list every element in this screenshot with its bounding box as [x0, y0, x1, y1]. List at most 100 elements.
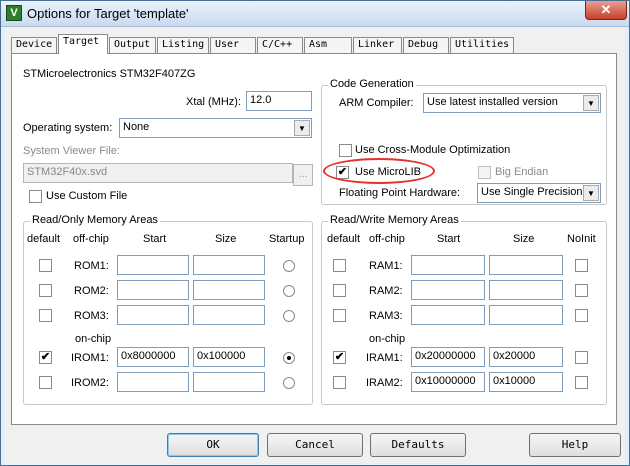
tab-target[interactable]: Target	[58, 34, 108, 54]
iram2-size-input[interactable]: 0x10000	[489, 372, 563, 392]
rom3-start-input[interactable]	[117, 305, 189, 325]
irom2-size-input[interactable]	[193, 372, 265, 392]
os-label: Operating system:	[23, 122, 113, 134]
ram-header-default: default	[327, 233, 361, 245]
code-generation-title: Code Generation	[328, 78, 416, 90]
defaults-button[interactable]: Defaults	[370, 433, 466, 457]
ram2-start-input[interactable]	[411, 280, 485, 300]
tab-device[interactable]: Device	[11, 37, 57, 53]
ram-group-title: Read/Write Memory Areas	[328, 214, 461, 226]
ok-button[interactable]: OK	[167, 433, 259, 457]
rom3-default-checkbox[interactable]	[39, 309, 52, 322]
irom2-startup-radio[interactable]	[283, 377, 295, 389]
iram1-default-checkbox[interactable]: ✔	[333, 351, 346, 364]
tab-asm[interactable]: Asm	[304, 37, 352, 53]
ram3-default-checkbox[interactable]	[333, 309, 346, 322]
irom1-label: IROM1:	[71, 352, 109, 364]
os-select[interactable]: None ▼	[119, 118, 312, 138]
ram2-size-input[interactable]	[489, 280, 563, 300]
fp-hardware-select[interactable]: Use Single Precision ▼	[477, 183, 601, 203]
rom1-size-input[interactable]	[193, 255, 265, 275]
ram3-noinit-checkbox[interactable]	[575, 309, 588, 322]
os-select-value: None	[123, 121, 150, 133]
use-custom-file-checkbox[interactable]	[29, 190, 42, 203]
iram1-noinit-checkbox[interactable]	[575, 351, 588, 364]
ram-header-offchip: off-chip	[369, 233, 405, 245]
ram1-noinit-checkbox[interactable]	[575, 259, 588, 272]
ram-onchip-label: on-chip	[369, 333, 406, 345]
rom-header-default: default	[27, 233, 61, 245]
iram1-size-input[interactable]: 0x20000	[489, 347, 563, 367]
arm-compiler-select[interactable]: Use latest installed version ▼	[423, 93, 601, 113]
ram-header-noinit: NoInit	[567, 233, 596, 245]
rom-group-title: Read/Only Memory Areas	[30, 214, 160, 226]
rom1-default-checkbox[interactable]	[39, 259, 52, 272]
rom1-label: ROM1:	[74, 260, 109, 272]
ram1-default-checkbox[interactable]	[333, 259, 346, 272]
iram2-label: IRAM2:	[366, 377, 403, 389]
xtal-input[interactable]: 12.0	[246, 91, 312, 111]
tab-user[interactable]: User	[210, 37, 256, 53]
svd-input: STM32F40x.svd	[23, 163, 293, 183]
irom2-start-input[interactable]	[117, 372, 189, 392]
cross-module-checkbox[interactable]	[339, 144, 352, 157]
svd-label: System Viewer File:	[23, 145, 120, 157]
irom1-start-input[interactable]: 0x8000000	[117, 347, 189, 367]
irom1-startup-radio[interactable]	[283, 352, 295, 364]
fp-hardware-value: Use Single Precision	[481, 186, 583, 198]
iram2-start-input[interactable]: 0x10000000	[411, 372, 485, 392]
chevron-down-icon: ▼	[583, 95, 599, 111]
rom2-default-checkbox[interactable]	[39, 284, 52, 297]
ram3-start-input[interactable]	[411, 305, 485, 325]
xtal-label: Xtal (MHz):	[186, 96, 241, 108]
irom2-label: IROM2:	[71, 377, 109, 389]
keil-app-icon: V	[6, 5, 22, 21]
ram1-start-input[interactable]	[411, 255, 485, 275]
title-bar: V Options for Target 'template' ✕	[1, 1, 629, 27]
iram2-default-checkbox[interactable]	[333, 376, 346, 389]
help-button[interactable]: Help	[529, 433, 621, 457]
ram1-label: RAM1:	[369, 260, 403, 272]
svd-browse-button: ...	[293, 164, 313, 186]
cancel-button[interactable]: Cancel	[267, 433, 363, 457]
tab-utilities[interactable]: Utilities	[450, 37, 514, 53]
iram2-noinit-checkbox[interactable]	[575, 376, 588, 389]
irom1-default-checkbox[interactable]: ✔	[39, 351, 52, 364]
options-dialog: V Options for Target 'template' ✕ Device…	[0, 0, 630, 466]
fp-hardware-label: Floating Point Hardware:	[339, 187, 461, 199]
rom1-startup-radio[interactable]	[283, 260, 295, 272]
ram2-default-checkbox[interactable]	[333, 284, 346, 297]
rom2-start-input[interactable]	[117, 280, 189, 300]
ram-header-start: Start	[437, 233, 461, 245]
tab-cc[interactable]: C/C++	[257, 37, 303, 53]
big-endian-label: Big Endian	[495, 166, 549, 178]
rom2-label: ROM2:	[74, 285, 109, 297]
rom3-size-input[interactable]	[193, 305, 265, 325]
tab-debug[interactable]: Debug	[403, 37, 449, 53]
rom3-startup-radio[interactable]	[283, 310, 295, 322]
chevron-down-icon: ▼	[583, 185, 599, 201]
cross-module-label: Use Cross-Module Optimization	[355, 144, 511, 156]
tab-linker[interactable]: Linker	[353, 37, 402, 53]
rom1-start-input[interactable]	[117, 255, 189, 275]
rom2-startup-radio[interactable]	[283, 285, 295, 297]
ram1-size-input[interactable]	[489, 255, 563, 275]
rom3-label: ROM3:	[74, 310, 109, 322]
irom1-size-input[interactable]: 0x100000	[193, 347, 265, 367]
ram3-size-input[interactable]	[489, 305, 563, 325]
close-button[interactable]: ✕	[585, 1, 627, 20]
iram1-start-input[interactable]: 0x20000000	[411, 347, 485, 367]
tab-output[interactable]: Output	[109, 37, 156, 53]
window-title: Options for Target 'template'	[27, 6, 189, 21]
rom2-size-input[interactable]	[193, 280, 265, 300]
tab-listing[interactable]: Listing	[157, 37, 209, 53]
iram1-label: IRAM1:	[366, 352, 403, 364]
device-name: STMicroelectronics STM32F407ZG	[23, 68, 196, 80]
chevron-down-icon: ▼	[294, 120, 310, 136]
ram2-label: RAM2:	[369, 285, 403, 297]
irom2-default-checkbox[interactable]	[39, 376, 52, 389]
ram2-noinit-checkbox[interactable]	[575, 284, 588, 297]
big-endian-checkbox	[478, 166, 491, 179]
ram3-label: RAM3:	[369, 310, 403, 322]
rom-header-start: Start	[143, 233, 167, 245]
